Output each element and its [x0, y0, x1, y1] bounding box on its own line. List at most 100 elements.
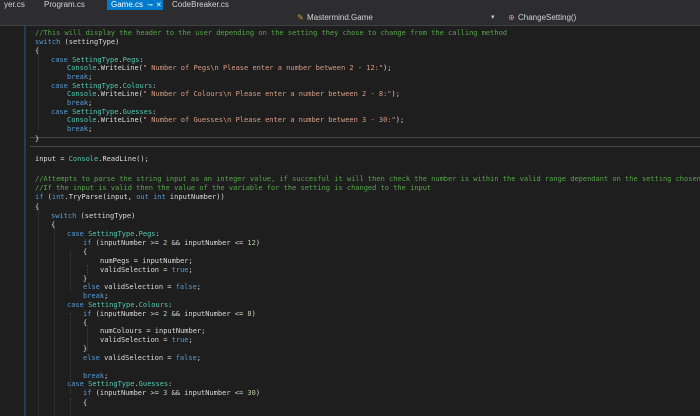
- code-line[interactable]: Console.WriteLine(" Number of Colours\n …: [67, 89, 400, 99]
- code-token: Console: [67, 116, 97, 124]
- indent-guide: [70, 313, 71, 393]
- code-line[interactable]: {: [83, 247, 87, 257]
- code-line[interactable]: }: [35, 134, 39, 144]
- code-token: " Number of Colours\n Please enter a num…: [142, 90, 392, 98]
- code-token: case: [67, 301, 84, 309]
- code-token: int: [51, 193, 65, 201]
- indent-guide: [38, 42, 39, 130]
- code-line[interactable]: input = Console.ReadLine();: [35, 154, 149, 164]
- code-token: inputNumber)): [165, 193, 225, 201]
- tab-label: Game.cs: [111, 0, 144, 9]
- code-token: ): [251, 310, 256, 318]
- code-line[interactable]: validSelection = true;: [100, 265, 193, 275]
- code-line[interactable]: else validSelection = false;: [83, 353, 201, 363]
- code-line[interactable]: Console.WriteLine(" Number of Pegs\n Ple…: [67, 63, 392, 73]
- code-line[interactable]: {: [83, 398, 87, 408]
- code-line[interactable]: if (inputNumber >= 2 && inputNumber <= 8…: [83, 309, 256, 319]
- code-line[interactable]: switch (settingType): [35, 37, 119, 47]
- method-icon: ⊕: [508, 13, 515, 22]
- code-token: :: [168, 301, 173, 309]
- indent-guide: [70, 252, 71, 292]
- code-token: else: [83, 283, 100, 291]
- tab-game[interactable]: Game.cs ⊸ ✕: [107, 0, 163, 10]
- code-token: break: [67, 99, 89, 107]
- code-line[interactable]: break;: [67, 124, 92, 134]
- code-token: SettingType: [88, 301, 135, 309]
- type-dropdown[interactable]: ✎ Mastermind.Game: [296, 11, 496, 24]
- code-token: //If the input is valid then the value o…: [35, 184, 432, 192]
- code-token: ;: [88, 73, 93, 81]
- code-token: else: [83, 354, 100, 362]
- code-token: 30: [247, 389, 256, 397]
- code-token: && inputNumber <=: [167, 239, 248, 247]
- code-token: ;: [196, 354, 202, 362]
- code-token: :: [168, 380, 173, 388]
- code-line[interactable]: if (inputNumber >= 3 && inputNumber <= 3…: [83, 388, 260, 398]
- chevron-down-icon[interactable]: ▾: [491, 11, 495, 24]
- code-token: (inputNumber >=: [91, 389, 164, 397]
- current-line-highlight: [30, 137, 700, 147]
- code-line[interactable]: validSelection = true;: [100, 335, 193, 345]
- code-token: .ReadLine();: [98, 155, 149, 163]
- type-dropdown-label: Mastermind.Game: [307, 13, 373, 22]
- tab-player[interactable]: yer.cs: [0, 0, 25, 10]
- code-token: {: [83, 248, 88, 256]
- tab-codebreaker[interactable]: CodeBreaker.cs: [168, 0, 236, 10]
- class-icon: ✎: [297, 13, 304, 22]
- code-token: );: [395, 116, 405, 124]
- close-icon[interactable]: ✕: [156, 2, 162, 9]
- code-token: (settingType): [76, 212, 136, 220]
- code-token: (inputNumber >=: [91, 239, 164, 247]
- code-token: validSelection =: [100, 266, 172, 274]
- code-token: numPegs = inputNumber;: [100, 257, 193, 265]
- code-token: validSelection =: [100, 336, 172, 344]
- code-token: true: [171, 336, 189, 344]
- code-token: && inputNumber <=: [167, 389, 248, 397]
- indent-guide: [38, 207, 39, 416]
- code-token: break: [67, 73, 89, 81]
- code-token: validSelection =: [99, 283, 176, 291]
- code-token: Guesses: [138, 380, 169, 388]
- code-token: Pegs: [138, 230, 156, 238]
- code-token: {: [83, 399, 88, 407]
- code-token: ;: [88, 125, 93, 133]
- tab-program[interactable]: Program.cs: [40, 0, 90, 10]
- code-token: SettingType: [88, 380, 135, 388]
- code-line[interactable]: Console.WriteLine(" Number of Guesses\n …: [67, 115, 404, 125]
- code-token: SettingType: [88, 230, 135, 238]
- code-line[interactable]: if (int.TryParse(input, out int inputNum…: [35, 192, 225, 202]
- code-token: " Number of Pegs\n Please enter a number…: [142, 64, 384, 72]
- indent-guide: [87, 326, 88, 351]
- indent-guide: [70, 398, 71, 416]
- indent-guide: [87, 265, 88, 275]
- code-token: switch: [51, 212, 77, 220]
- code-token: false: [175, 354, 197, 362]
- code-token: Console: [67, 90, 97, 98]
- code-token: .WriteLine(: [96, 90, 143, 98]
- code-token: case: [51, 108, 68, 116]
- code-token: .TryParse(input,: [64, 193, 137, 201]
- code-token: input =: [35, 155, 69, 163]
- navigation-bar: ✎ Mastermind.Game ▾ ⊕ ChangeSetting(): [0, 10, 700, 26]
- code-token: ;: [188, 266, 193, 274]
- pin-icon[interactable]: ⊸: [147, 2, 153, 9]
- code-editor[interactable]: //This will display the header to the us…: [0, 26, 700, 416]
- code-token: (: [43, 193, 52, 201]
- code-token: Console: [67, 64, 97, 72]
- tab-label: yer.cs: [4, 0, 25, 9]
- code-token: //This will display the header to the us…: [35, 29, 508, 37]
- code-line[interactable]: if (inputNumber >= 2 && inputNumber <= 1…: [83, 238, 260, 248]
- code-token: ;: [188, 336, 193, 344]
- code-token: ): [255, 239, 261, 247]
- member-dropdown[interactable]: ⊕ ChangeSetting(): [507, 11, 697, 24]
- code-token: out: [136, 193, 149, 201]
- member-dropdown-label: ChangeSetting(): [518, 13, 577, 22]
- code-token: .WriteLine(: [96, 64, 143, 72]
- code-token: );: [391, 90, 400, 98]
- code-token: ;: [88, 99, 93, 107]
- indent-guide: [54, 225, 55, 416]
- code-line[interactable]: switch (settingType): [51, 211, 135, 221]
- code-token: );: [383, 64, 392, 72]
- code-token: break: [67, 125, 89, 133]
- code-token: //Attempts to parse the string input as …: [35, 175, 700, 183]
